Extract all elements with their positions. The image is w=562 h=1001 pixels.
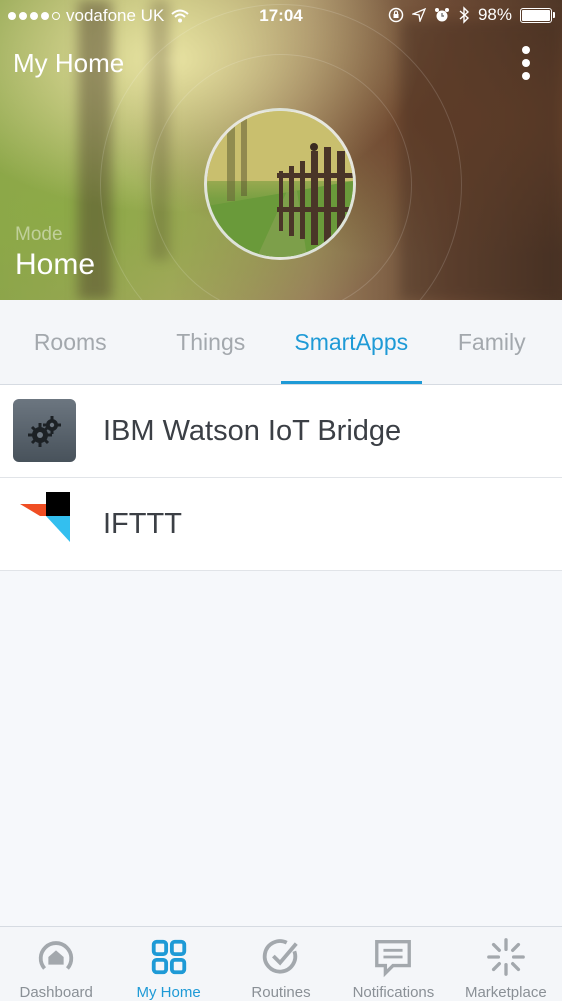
more-dot-icon [522, 46, 530, 54]
nav-label: Marketplace [465, 984, 547, 1001]
chat-icon [371, 936, 415, 978]
nav-marketplace[interactable]: Marketplace [450, 927, 562, 1001]
battery-icon [520, 8, 552, 23]
more-dot-icon [522, 72, 530, 80]
status-bar: vodafone UK 17:04 [0, 0, 562, 32]
page-title: My Home [13, 48, 124, 79]
check-circle-icon [259, 936, 303, 978]
nav-dashboard[interactable]: Dashboard [0, 927, 112, 1001]
battery-percent: 98% [478, 5, 512, 25]
ifttt-logo-icon [13, 492, 76, 555]
gears-icon [13, 399, 76, 462]
header-hero: vodafone UK 17:04 [0, 0, 562, 300]
bluetooth-icon [458, 6, 470, 24]
section-tabs: Rooms Things SmartApps Family [0, 300, 562, 385]
fence-photo-icon [207, 111, 353, 257]
nav-label: Routines [251, 984, 310, 1001]
list-item-label: IBM Watson IoT Bridge [103, 385, 401, 477]
more-dot-icon [522, 59, 530, 67]
rotation-lock-icon [388, 7, 404, 23]
mode-value[interactable]: Home [15, 248, 95, 282]
mode-label: Mode [15, 224, 63, 246]
smartapps-list: IBM Watson IoT Bridge IFTTT [0, 385, 562, 571]
nav-label: My Home [137, 984, 201, 1001]
alarm-icon [434, 7, 450, 23]
tab-rooms[interactable]: Rooms [0, 300, 141, 384]
tab-smartapps[interactable]: SmartApps [281, 300, 422, 384]
nav-label: Dashboard [20, 984, 93, 1001]
list-item-label: IFTTT [103, 478, 182, 570]
location-icon [412, 8, 426, 22]
sparkle-icon [484, 936, 528, 978]
tab-family[interactable]: Family [422, 300, 562, 384]
dashboard-icon [34, 936, 78, 978]
grid-icon [147, 936, 191, 978]
nav-my-home[interactable]: My Home [112, 927, 224, 1001]
bottom-navigation: Dashboard My Home Routines Notifications [0, 926, 562, 1001]
nav-notifications[interactable]: Notifications [337, 927, 449, 1001]
tab-things[interactable]: Things [141, 300, 282, 384]
nav-label: Notifications [353, 984, 435, 1001]
list-item[interactable]: IBM Watson IoT Bridge [0, 385, 562, 478]
nav-routines[interactable]: Routines [225, 927, 337, 1001]
more-options-button[interactable] [518, 46, 534, 80]
list-item[interactable]: IFTTT [0, 478, 562, 571]
location-photo[interactable] [204, 108, 356, 260]
